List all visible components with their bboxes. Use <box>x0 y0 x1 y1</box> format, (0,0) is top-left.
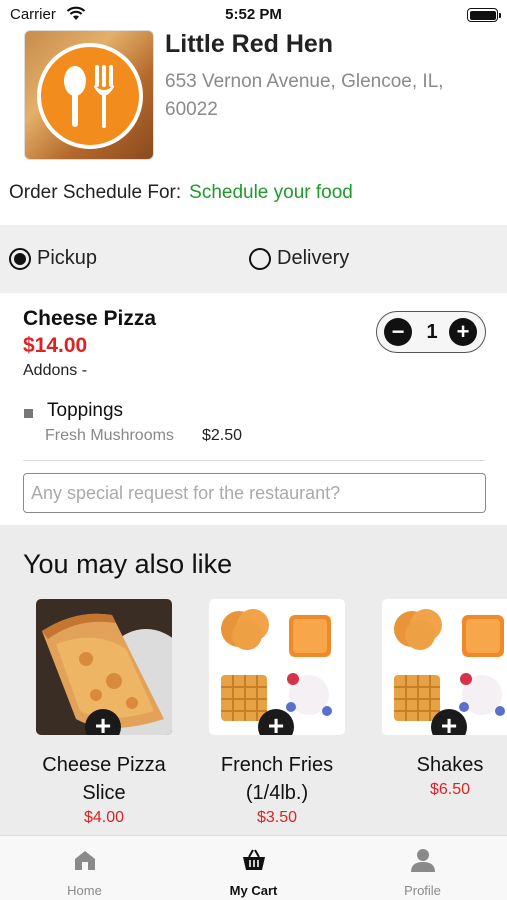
breakfast-image: + <box>209 599 345 735</box>
special-request-input[interactable] <box>23 473 486 513</box>
quantity-stepper: − 1 + <box>376 311 486 353</box>
decrease-quantity-button[interactable]: − <box>384 318 412 346</box>
radio-selected-icon <box>9 247 31 270</box>
shakes-image: + <box>382 599 507 735</box>
radio-unselected-icon <box>249 247 271 270</box>
pickup-option[interactable]: Pickup <box>9 247 97 270</box>
recommendations-section: You may also like + Cheese Pizza Slice $… <box>0 525 507 835</box>
addon-group-name: Toppings <box>47 400 124 421</box>
battery-icon <box>467 8 501 22</box>
pizza-slice-image: + <box>36 599 172 735</box>
recommendation-name: Cheese Pizza Slice <box>42 754 166 804</box>
recommendation-card[interactable]: + Shakes $6.50 <box>375 599 507 799</box>
recommendation-card[interactable]: + Cheese Pizza Slice $4.00 <box>29 599 179 827</box>
order-schedule: Order Schedule For: Schedule your food <box>9 182 353 204</box>
restaurant-address: 653 Vernon Avenue, Glencoe, IL, 60022 <box>165 71 444 120</box>
clock: 5:52 PM <box>225 6 282 23</box>
schedule-label: Order Schedule For: <box>9 182 182 203</box>
fork-spoon-icon <box>64 65 114 128</box>
recommendation-price: $3.50 <box>256 809 298 826</box>
recommendation-name: Shakes <box>416 754 484 776</box>
pickup-label: Pickup <box>37 247 98 269</box>
delivery-label: Delivery <box>277 247 350 269</box>
status-bar: Carrier 5:52 PM <box>0 0 507 30</box>
cart-item-name: Cheese Pizza <box>23 307 157 330</box>
tab-home[interactable]: Home <box>0 836 169 900</box>
schedule-link[interactable]: Schedule your food <box>189 182 353 203</box>
bullet-icon <box>24 409 33 418</box>
recommendation-name: French Fries (1/4lb.) <box>220 754 334 804</box>
addon-name: Fresh Mushrooms <box>45 427 174 444</box>
restaurant-logo <box>24 30 154 160</box>
delivery-option[interactable]: Delivery <box>249 247 349 270</box>
tab-home-label: Home <box>67 883 102 898</box>
tab-my-cart-label: My Cart <box>229 883 278 898</box>
tab-profile-label: Profile <box>404 883 441 898</box>
divider <box>23 460 485 461</box>
tab-bar: Home My Cart Profile <box>0 835 507 900</box>
recommendation-card[interactable]: + French Fries (1/4lb.) $3.50 <box>202 599 352 827</box>
cart-item-price: $14.00 <box>23 334 88 357</box>
person-icon <box>411 849 435 872</box>
basket-icon <box>243 849 265 870</box>
addons-label: Addons - <box>23 362 88 379</box>
tab-profile[interactable]: Profile <box>338 836 507 900</box>
recommendations-title: You may also like <box>23 549 233 579</box>
addon-price: $2.50 <box>202 427 243 444</box>
tab-my-cart[interactable]: My Cart <box>169 836 338 900</box>
recommendation-price: $4.00 <box>83 809 125 826</box>
quantity-value: 1 <box>426 321 438 343</box>
recommendation-price: $6.50 <box>429 781 471 798</box>
home-icon <box>75 851 95 870</box>
increase-quantity-button[interactable]: + <box>449 318 477 346</box>
restaurant-name: Little Red Hen <box>165 30 334 58</box>
order-mode-selector: Pickup Delivery <box>0 225 507 293</box>
